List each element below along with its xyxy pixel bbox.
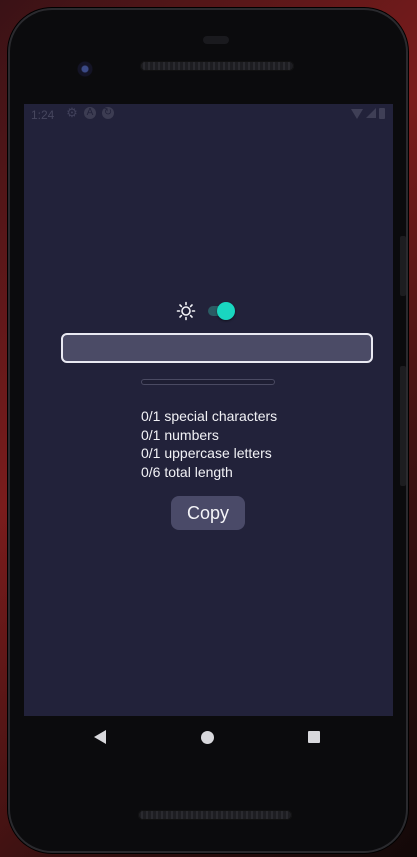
bottom-speaker-grille: [138, 810, 292, 820]
requirement-total-length: 0/6 total length: [141, 463, 233, 480]
sync-circle-icon: ↻: [102, 107, 114, 119]
theme-toggle-row: [176, 301, 236, 321]
requirement-numbers: 0/1 numbers: [141, 426, 219, 443]
signal-icon: [366, 108, 376, 118]
volume-button: [400, 366, 406, 486]
requirement-uppercase-letters: 0/1 uppercase letters: [141, 445, 272, 461]
app-screen: 1:24 ⚙ A ↻ 0/1 special characters 0/1 nu…: [24, 104, 393, 716]
copy-button[interactable]: Copy: [171, 496, 245, 530]
status-icons-right: [351, 107, 385, 119]
top-speaker-grille: [140, 61, 294, 71]
a-circle-icon: A: [84, 107, 96, 119]
earpiece: [203, 36, 229, 44]
home-icon[interactable]: [201, 731, 214, 744]
requirement-special-characters: 0/1 special characters: [141, 408, 278, 424]
back-icon[interactable]: [94, 730, 106, 744]
status-icons-left: ⚙ A ↻: [66, 105, 114, 120]
wifi-icon: [351, 109, 363, 119]
status-time: 1:24: [31, 108, 55, 122]
battery-icon: [379, 107, 385, 119]
theme-toggle-switch[interactable]: [206, 302, 236, 320]
requirements-list: 0/1 special characters 0/1 numbers 0/1 u…: [141, 407, 277, 481]
toggle-thumb: [217, 302, 235, 320]
power-button: [400, 236, 406, 296]
front-camera: [77, 61, 93, 77]
gear-icon: ⚙: [66, 105, 78, 120]
android-nav-bar: [24, 716, 393, 760]
status-bar: 1:24 ⚙ A ↻: [24, 104, 393, 124]
password-input[interactable]: [61, 333, 373, 363]
recents-icon[interactable]: [308, 731, 320, 743]
password-strength-bar: [141, 379, 275, 385]
sun-icon: [176, 301, 196, 321]
